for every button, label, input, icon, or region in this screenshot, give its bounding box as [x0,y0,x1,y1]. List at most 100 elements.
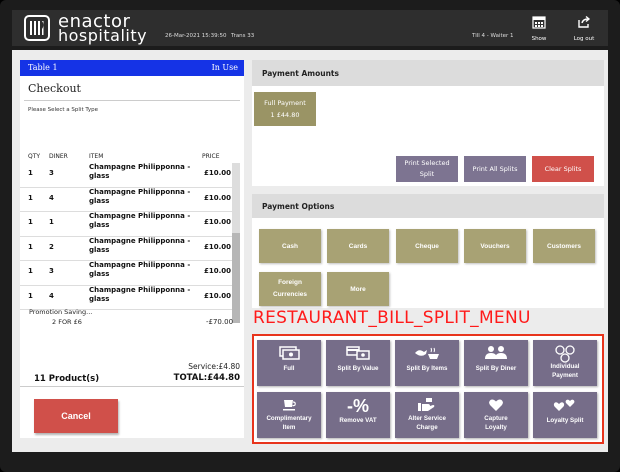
page-title: Checkout [28,82,81,95]
remove-vat-button[interactable]: -% Remove VAT [326,392,390,438]
logout-label: Log out [573,36,595,42]
line-price: £10.00 [204,169,232,177]
line-diner: 4 [49,193,54,202]
order-line[interactable]: 1 3 Champagne Philipponna - glass £10.00 [20,163,232,188]
split-by-diner-button[interactable]: Split By Diner [464,340,528,386]
print-selected-label-2: Split [419,170,435,178]
alter-service-label: Alter Service [408,415,446,422]
order-line[interactable]: 1 3 Champagne Philipponna - glass £10.00 [20,261,232,286]
order-line[interactable]: 1 2 Champagne Philipponna - glass £10.00 [20,236,232,261]
line-price: £10.00 [204,267,232,275]
order-line[interactable]: 1 4 Champagne Philipponna - glass £10.00 [20,286,232,310]
hand-service-icon [395,397,459,415]
customers-button[interactable]: Customers [533,229,595,263]
full-split-button[interactable]: Full [257,340,321,386]
line-qty: 1 [28,291,33,300]
payment-amounts-title: Payment Amounts [262,69,339,78]
promotion-detail: 2 FOR £6 [52,318,82,326]
remove-vat-label: Remove VAT [339,417,377,424]
heart-icon [464,397,528,415]
cancel-button[interactable]: Cancel [34,399,118,433]
line-diner: 1 [49,218,54,226]
foreign-currencies-button[interactable]: Foreign Currencies [259,272,321,306]
promotion-value: -£70.00 [206,318,234,326]
cards-button[interactable]: Cards [327,229,389,263]
show-button[interactable]: Show [519,14,559,42]
pos-screen: enactor hospitality 26-Mar-2021 15:39:50… [0,0,620,472]
capture-label: Capture [484,415,508,422]
scroll-thumb[interactable] [232,233,240,323]
item-label: Item [282,424,296,431]
diners-icon [464,345,528,363]
column-header-price: PRICE [202,153,220,160]
full-payment-amount: 1 £44.80 [270,111,300,119]
split-by-diner-label: Split By Diner [475,365,517,372]
alter-service-charge-button[interactable]: Alter Service Charge [395,392,459,438]
payment-options-area: Cash Cards Cheque Vouchers Customers For… [252,218,604,308]
coins-icon [533,345,597,363]
order-lines: 1 3 Champagne Philipponna - glass £10.00… [20,163,232,310]
order-total: TOTAL:£44.80 [173,373,240,383]
capture-loyalty-button[interactable]: Capture Loyalty [464,392,528,438]
split-by-items-button[interactable]: Split By Items [395,340,459,386]
table-name: Table 1 [28,63,58,72]
logout-icon [578,15,591,28]
line-price: £10.00 [204,193,232,202]
main-area: Table 1 In Use Checkout Please Select a … [12,50,608,452]
loyalty-label: Loyalty [485,424,507,431]
show-label: Show [531,36,547,42]
split-by-value-button[interactable]: Split By Value [326,340,390,386]
order-panel: Table 1 In Use Checkout Please Select a … [20,60,244,438]
line-diner: 4 [49,291,54,300]
foreign-label: Foreign [278,279,302,286]
cash-button[interactable]: Cash [259,229,321,263]
loyalty-split-label: Loyalty Split [546,417,584,424]
line-diner: 3 [49,169,54,177]
payment-amounts-bar: Payment Amounts [252,60,604,86]
column-header-item: ITEM [89,153,104,160]
vouchers-button[interactable]: Vouchers [464,229,526,263]
logout-button[interactable]: Log out [564,14,604,42]
more-button[interactable]: More [327,272,389,306]
cheque-button[interactable]: Cheque [396,229,458,263]
payment-label: Payment [552,372,578,379]
order-scrollbar[interactable] [232,163,240,323]
line-item: Champagne Philipponna - glass [89,187,191,205]
divider [24,100,240,101]
column-header-diner: DINER [49,153,68,160]
individual-payment-label: Individual Payment [533,362,597,380]
line-item: Champagne Philipponna - glass [89,236,191,254]
enactor-logo-icon [24,15,50,41]
promotion-label: Promotion Saving... [29,308,93,316]
line-qty: 1 [28,242,33,251]
grid-calendar-icon [532,16,546,29]
split-menu: Full Split By Value Split By Items Split… [252,334,604,444]
clear-splits-button[interactable]: Clear Splits [532,156,594,182]
line-qty: 1 [28,193,33,202]
coffee-cup-icon [257,397,321,415]
product-count: 11 Product(s) [34,374,100,384]
complimentary-item-label: Complimentary Item [257,414,321,432]
top-bar: enactor hospitality 26-Mar-2021 15:39:50… [12,10,608,46]
line-qty: 1 [28,267,33,275]
datetime: 26-Mar-2021 15:39:50 [165,33,227,39]
full-payment-button[interactable]: Full Payment 1 £44.80 [254,92,316,126]
payment-amounts-area: Full Payment 1 £44.80 Print Selected Spl… [252,86,604,186]
split-by-items-label: Split By Items [406,365,448,372]
order-line[interactable]: 1 4 Champagne Philipponna - glass £10.00 [20,187,232,212]
table-bar: Table 1 In Use [20,60,244,76]
split-menu-label: RESTAURANT_BILL_SPLIT_MENU [253,308,531,328]
line-price: £10.00 [204,291,232,300]
full-split-label: Full [283,365,295,372]
split-by-value-label: Split By Value [337,365,379,372]
order-line[interactable]: 1 1 Champagne Philipponna - glass £10.00 [20,212,232,237]
individual-payment-button[interactable]: Individual Payment [533,340,597,386]
loyalty-split-button[interactable]: Loyalty Split [533,392,597,438]
print-selected-split-button[interactable]: Print Selected Split [396,156,458,182]
till-operator: Till 4 - Waiter 1 [472,33,514,39]
percent-icon: -% [347,396,369,416]
complimentary-item-button[interactable]: Complimentary Item [257,392,321,438]
print-all-splits-button[interactable]: Print All Splits [464,156,526,182]
complimentary-label: Complimentary [266,415,312,422]
brand-subtitle: hospitality [58,26,148,45]
